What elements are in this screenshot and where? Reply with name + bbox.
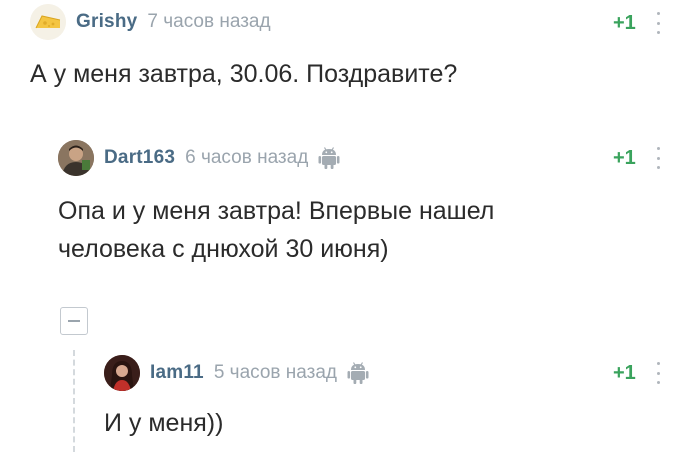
timestamp[interactable]: 6 часов назад	[185, 147, 308, 169]
rating-button[interactable]: +1	[613, 147, 636, 170]
comment-text-line: человека с днюхой 30 июня)	[58, 235, 389, 263]
collapse-thread-button[interactable]	[60, 307, 88, 335]
username[interactable]: Grishy	[76, 11, 137, 33]
comment-text: И у меня))	[104, 409, 224, 437]
username[interactable]: Iam11	[150, 362, 204, 384]
timestamp[interactable]: 5 часов назад	[214, 362, 337, 384]
comment-header-dart163: Dart163 6 часов назад	[58, 139, 340, 177]
avatar[interactable]	[30, 4, 66, 40]
avatar[interactable]	[104, 355, 140, 391]
thread-line	[73, 350, 75, 452]
rating-button[interactable]: +1	[613, 362, 636, 385]
more-options-icon[interactable]	[655, 12, 661, 34]
person-avatar-icon	[104, 355, 140, 391]
comment-text-line: Опа и у меня завтра! Впервые нашел	[58, 197, 495, 225]
more-options-icon[interactable]	[655, 362, 661, 384]
comment-header-grishy: Grishy 7 часов назад	[30, 3, 281, 41]
comment-header-iam11: Iam11 5 часов назад	[104, 354, 369, 392]
person-avatar-icon	[58, 140, 94, 176]
rating-button[interactable]: +1	[613, 12, 636, 35]
timestamp[interactable]: 7 часов назад	[147, 11, 270, 33]
android-icon	[347, 362, 369, 384]
avatar[interactable]	[58, 140, 94, 176]
comment-text: Опа и у меня завтра! Впервые нашел челов…	[58, 192, 494, 268]
cheese-avatar-icon	[30, 4, 66, 40]
username[interactable]: Dart163	[104, 147, 175, 169]
comment-text: А у меня завтра, 30.06. Поздравите?	[30, 60, 458, 88]
more-options-icon[interactable]	[655, 147, 661, 169]
android-icon	[318, 147, 340, 169]
